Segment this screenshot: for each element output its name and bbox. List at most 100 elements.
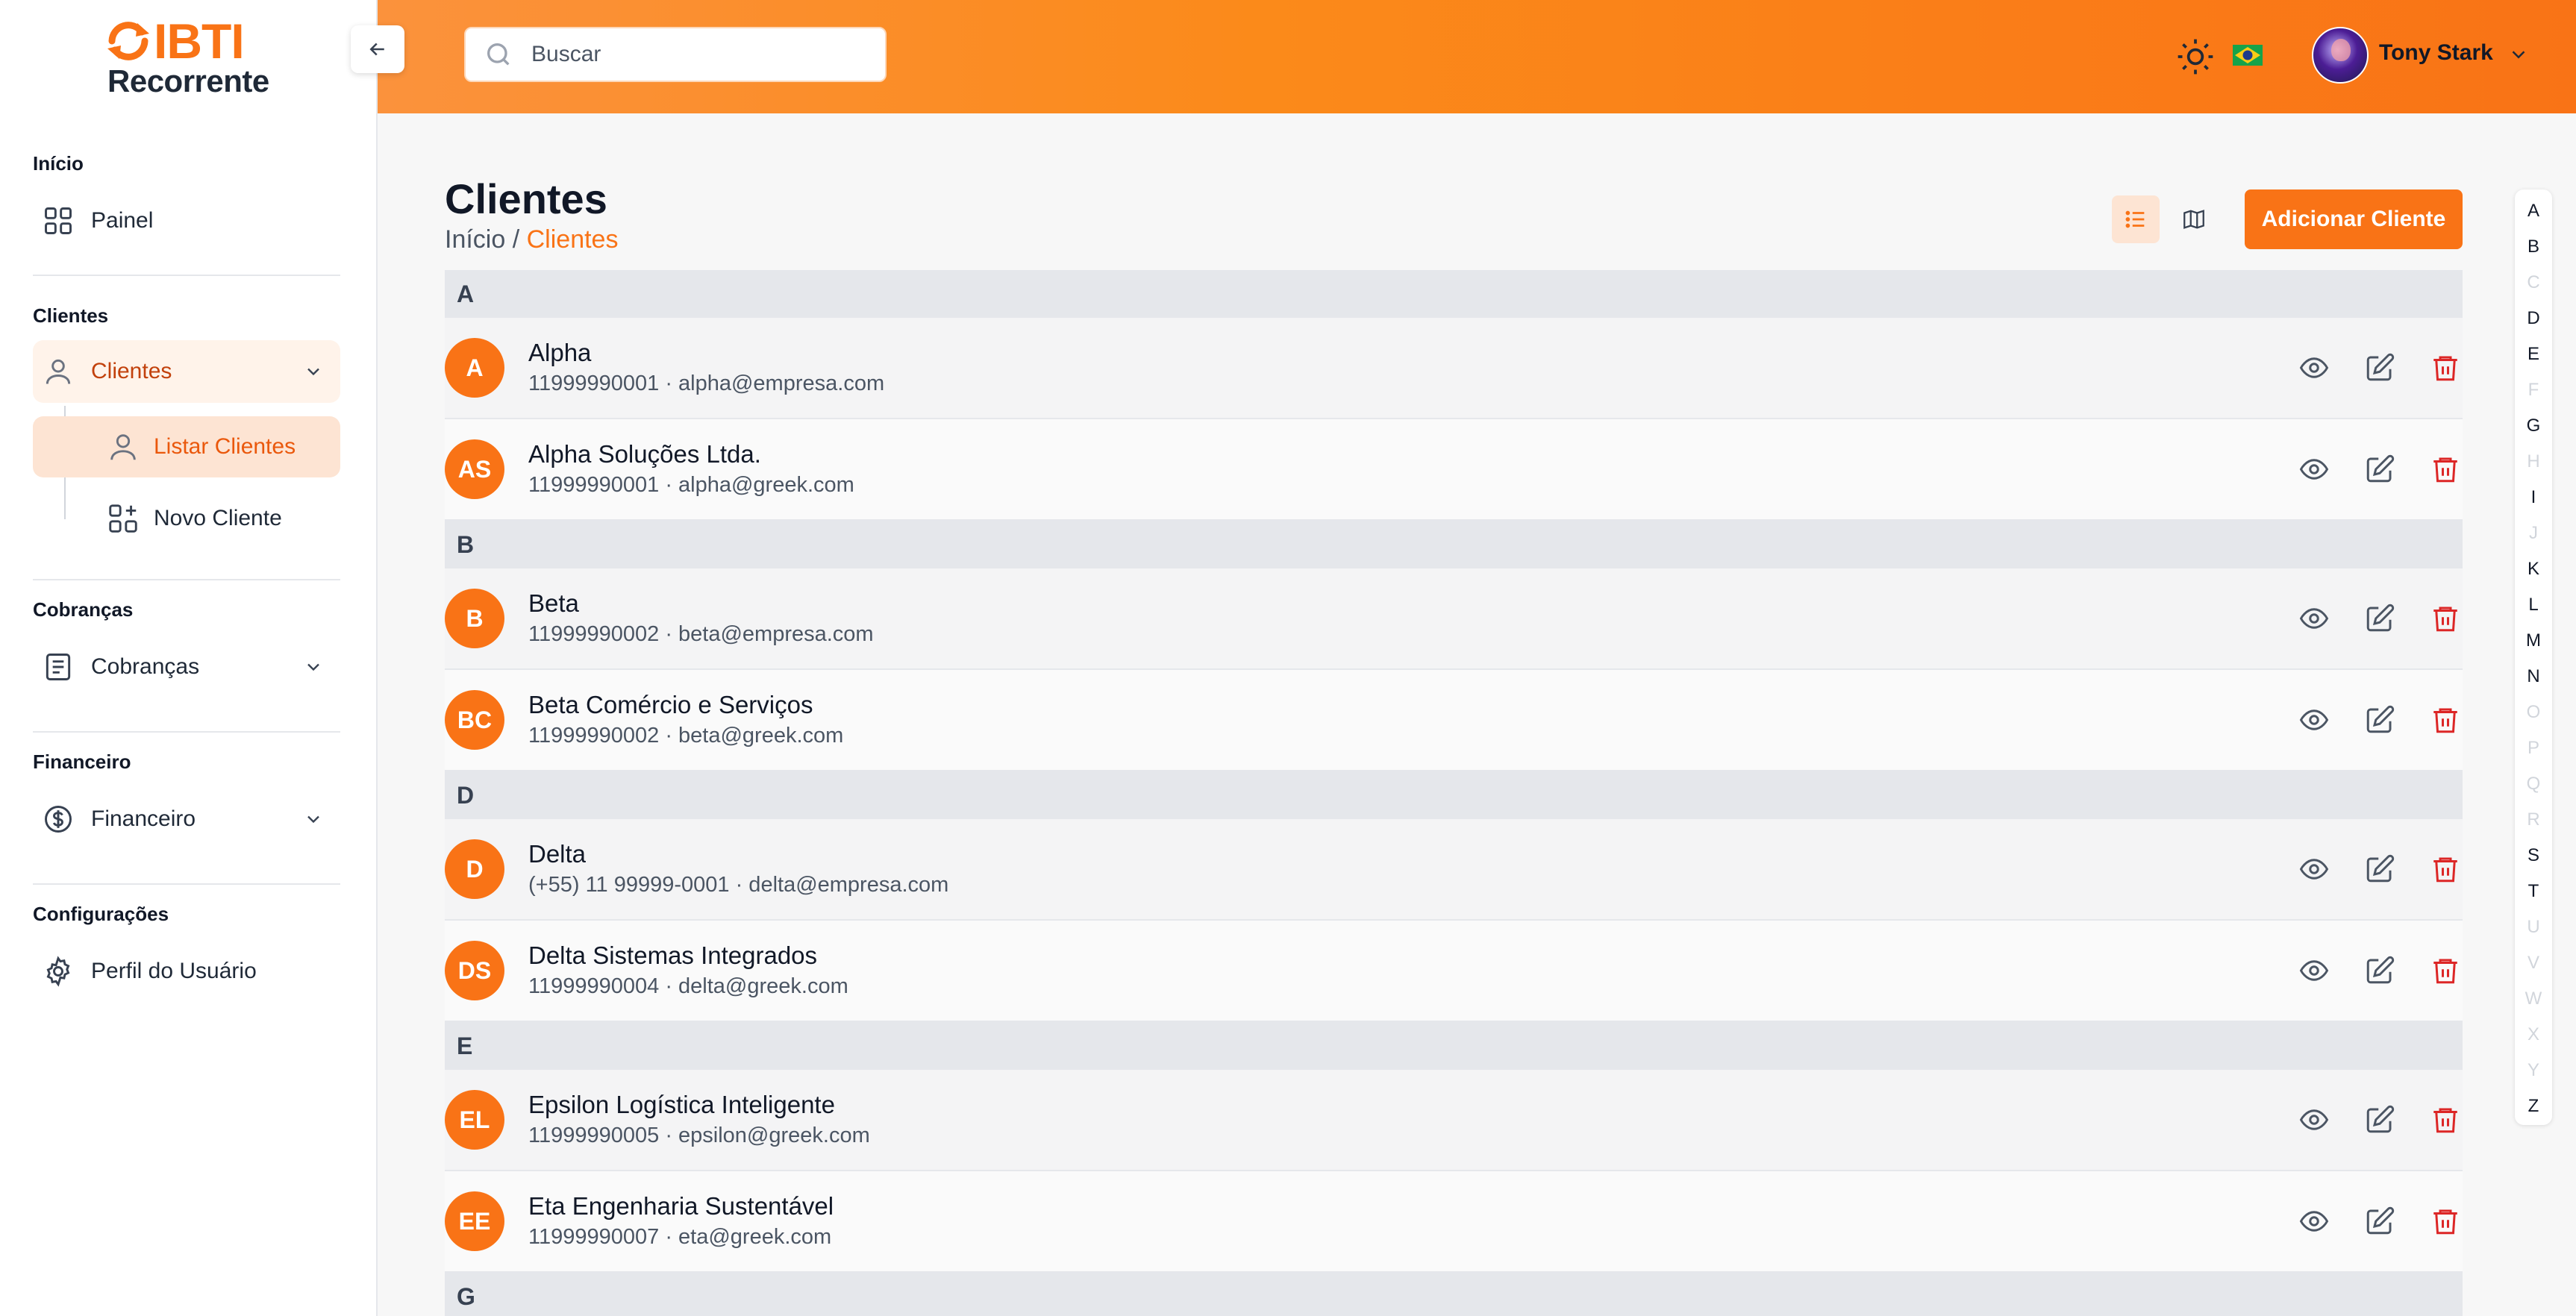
chevron-down-icon — [307, 663, 319, 671]
edit-icon — [2366, 454, 2395, 483]
trash-icon — [2433, 857, 2457, 883]
eye-icon — [2299, 608, 2329, 629]
edit-button[interactable] — [2363, 351, 2397, 385]
trash-icon — [2433, 1108, 2457, 1133]
client-contact: (+55) 11 99999-0001 · delta@empresa.com — [528, 873, 949, 897]
section-title-clientes: Clientes — [33, 304, 109, 327]
edit-button[interactable] — [2363, 852, 2397, 886]
user-icon — [110, 434, 136, 460]
alphabet-letter-j: J — [2529, 523, 2538, 543]
client-initials-badge: D — [445, 839, 504, 899]
alphabet-letter-b[interactable]: B — [2527, 230, 2539, 266]
view-button[interactable] — [2297, 852, 2331, 886]
search-input[interactable] — [531, 42, 875, 67]
client-initials-badge: EE — [445, 1191, 504, 1251]
table-row[interactable]: B Beta 11999990002 · beta@empresa.com — [445, 568, 2463, 670]
trash-icon — [2433, 1209, 2457, 1235]
user-name[interactable]: Tony Stark — [2379, 40, 2493, 66]
table-row[interactable]: D Delta (+55) 11 99999-0001 · delta@empres… — [445, 819, 2463, 921]
alphabet-letter-p: P — [2527, 738, 2539, 758]
search-icon — [487, 43, 510, 66]
section-title-financeiro: Financeiro — [33, 751, 131, 773]
sidebar-item-financeiro[interactable]: Financeiro — [33, 788, 340, 850]
table-row[interactable]: DS Delta Sistemas Integrados 11999990004 ·… — [445, 921, 2463, 1022]
alphabet-letter-m[interactable]: M — [2526, 624, 2541, 659]
view-button[interactable] — [2297, 1204, 2331, 1238]
view-button[interactable] — [2297, 953, 2331, 988]
alphabet-letter-l[interactable]: L — [2528, 588, 2538, 624]
dollar-icon — [45, 806, 72, 833]
view-button[interactable] — [2297, 452, 2331, 486]
edit-button[interactable] — [2363, 703, 2397, 737]
table-row[interactable]: EL Epsilon Logística Inteligente 119999900… — [445, 1070, 2463, 1171]
delete-button[interactable] — [2428, 953, 2463, 988]
alphabet-letter-k[interactable]: K — [2527, 552, 2539, 588]
alphabet-letter-y: Y — [2527, 1060, 2539, 1080]
table-row[interactable]: AS Alpha Soluções Ltda. 11999990001 · alph… — [445, 419, 2463, 521]
delete-button[interactable] — [2428, 852, 2463, 886]
alphabet-letter-d[interactable]: D — [2527, 301, 2539, 337]
table-row[interactable]: EE Eta Engenharia Sustentável 11999990007 … — [445, 1171, 2463, 1273]
group-header-e: E — [445, 1022, 2463, 1070]
sidebar-item-perfil[interactable]: Perfil do Usuário — [33, 940, 340, 1003]
alphabet-letter-g[interactable]: G — [2527, 409, 2541, 445]
sidebar-item-clientes[interactable]: Clientes — [33, 340, 340, 403]
delete-button[interactable] — [2428, 452, 2463, 486]
edit-button[interactable] — [2363, 1103, 2397, 1137]
add-client-button[interactable]: Adicionar Cliente — [2245, 189, 2463, 249]
client-name: Epsilon Logística Inteligente — [528, 1091, 835, 1118]
alphabet-letter-a[interactable]: A — [2527, 194, 2539, 230]
group-header-d: D — [445, 771, 2463, 819]
view-button[interactable] — [2297, 351, 2331, 385]
alphabet-letter-s[interactable]: S — [2527, 839, 2539, 874]
delete-button[interactable] — [2428, 601, 2463, 636]
delete-button[interactable] — [2428, 351, 2463, 385]
trash-icon — [2433, 959, 2457, 984]
divider — [33, 731, 340, 733]
view-button[interactable] — [2297, 703, 2331, 737]
edit-button[interactable] — [2363, 1204, 2397, 1238]
sun-icon[interactable] — [2175, 36, 2216, 78]
logo[interactable]: IBTI Recorrente — [104, 16, 276, 100]
edit-icon — [2366, 705, 2395, 733]
sidebar-item-listar-clientes[interactable]: Listar Clientes — [33, 416, 340, 477]
search-box[interactable] — [464, 27, 887, 82]
group-header-b: B — [445, 521, 2463, 568]
collapse-sidebar-button[interactable] — [351, 25, 404, 73]
refresh-logo-icon — [107, 22, 149, 60]
view-button[interactable] — [2297, 1103, 2331, 1137]
edit-button[interactable] — [2363, 953, 2397, 988]
client-name: Beta Comércio e Serviços — [528, 691, 813, 718]
alphabet-letter-t[interactable]: T — [2528, 874, 2539, 910]
delete-button[interactable] — [2428, 1103, 2463, 1137]
alphabet-letter-n[interactable]: N — [2527, 659, 2539, 695]
client-name: Alpha Soluções Ltda. — [528, 440, 761, 468]
alphabet-letter-i[interactable]: I — [2531, 480, 2536, 516]
page-title: Clientes — [445, 175, 607, 222]
list-view-button[interactable] — [2112, 195, 2160, 243]
table-row[interactable]: BC Beta Comércio e Serviços 11999990002 · … — [445, 670, 2463, 771]
eye-icon — [2299, 459, 2329, 480]
delete-button[interactable] — [2428, 703, 2463, 737]
edit-button[interactable] — [2363, 601, 2397, 636]
group-header-g: G — [445, 1273, 2463, 1316]
view-button[interactable] — [2297, 601, 2331, 636]
section-title-cobrancas: Cobranças — [33, 598, 134, 621]
alphabet-letter-z[interactable]: Z — [2528, 1089, 2539, 1125]
delete-button[interactable] — [2428, 1204, 2463, 1238]
sidebar-item-novo-cliente[interactable]: Novo Cliente — [33, 488, 340, 549]
alphabet-letter-e[interactable]: E — [2527, 337, 2539, 373]
eye-icon — [2299, 960, 2329, 981]
table-row[interactable]: A Alpha 11999990001 · alpha@empresa.com — [445, 318, 2463, 419]
chevron-down-icon[interactable] — [2507, 43, 2530, 66]
breadcrumb-home[interactable]: Início — [445, 225, 505, 254]
avatar[interactable] — [2312, 27, 2369, 84]
client-contact: 11999990001 · alpha@greek.com — [528, 473, 854, 497]
edit-button[interactable] — [2363, 452, 2397, 486]
brazil-flag-icon[interactable] — [2233, 45, 2263, 66]
map-view-button[interactable] — [2170, 195, 2218, 243]
sidebar-item-cobrancas[interactable]: Cobranças — [33, 636, 340, 698]
breadcrumb-separator: / — [512, 225, 520, 254]
section-title-configuracoes: Configurações — [33, 903, 169, 925]
sidebar-item-painel[interactable]: Painel — [33, 189, 340, 252]
